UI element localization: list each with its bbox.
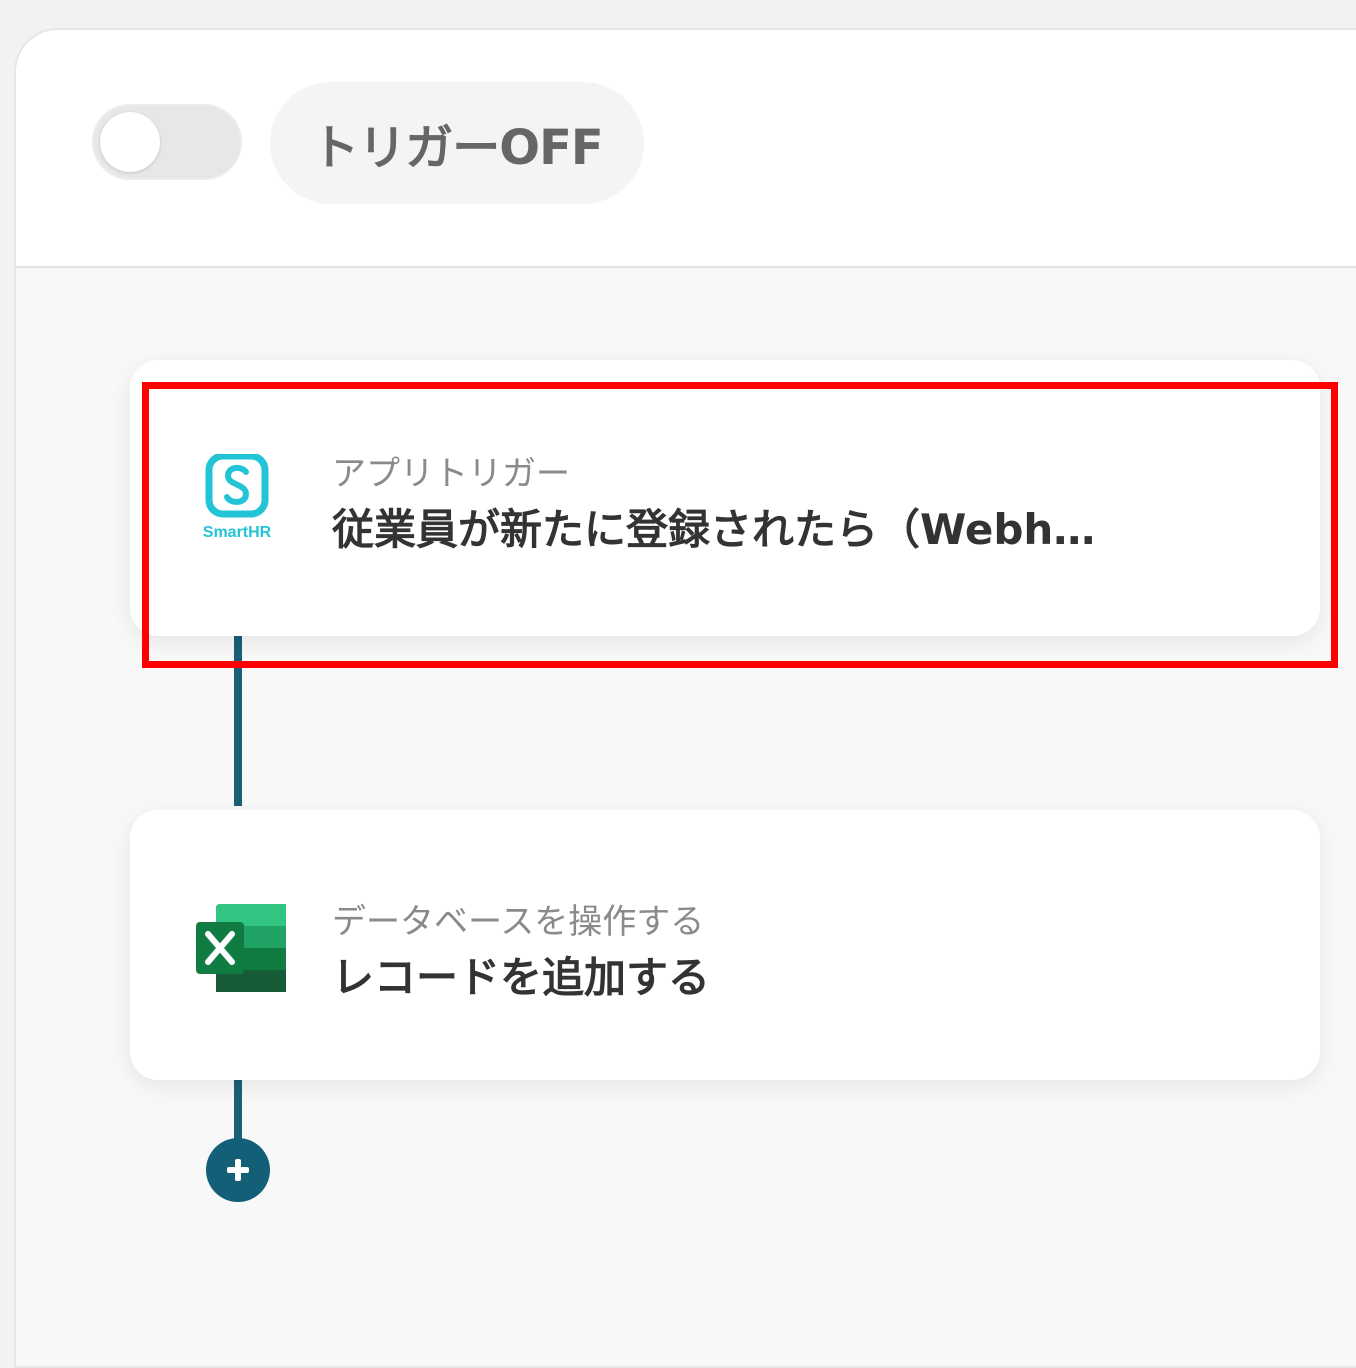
step-card-database-operation[interactable]: データベースを操作する レコードを追加する (130, 810, 1320, 1080)
workflow-header: トリガーOFF (16, 30, 1356, 268)
step-card-app-trigger[interactable]: SmartHR アプリトリガー 従業員が新たに登録されたら（Webh… (130, 360, 1320, 636)
trigger-status-label: トリガーOFF (311, 120, 603, 176)
step-title: レコードを追加する (332, 953, 711, 1002)
toggle-knob (100, 112, 160, 172)
step-type-label: データベースを操作する (332, 902, 705, 942)
excel-logo-icon (192, 900, 288, 1000)
flow-connector-line (234, 1080, 242, 1140)
trigger-toggle[interactable] (92, 104, 242, 180)
add-step-button[interactable] (206, 1138, 270, 1202)
smarthr-logo-text: SmartHR (202, 524, 272, 541)
step-type-label: アプリトリガー (332, 454, 570, 494)
plus-icon (227, 1159, 249, 1181)
trigger-status-badge: トリガーOFF (270, 82, 644, 204)
flow-connector-line (234, 636, 242, 806)
smarthr-logo-icon: SmartHR (192, 452, 282, 544)
step-title: 従業員が新たに登録されたら（Webh… (332, 505, 1096, 554)
